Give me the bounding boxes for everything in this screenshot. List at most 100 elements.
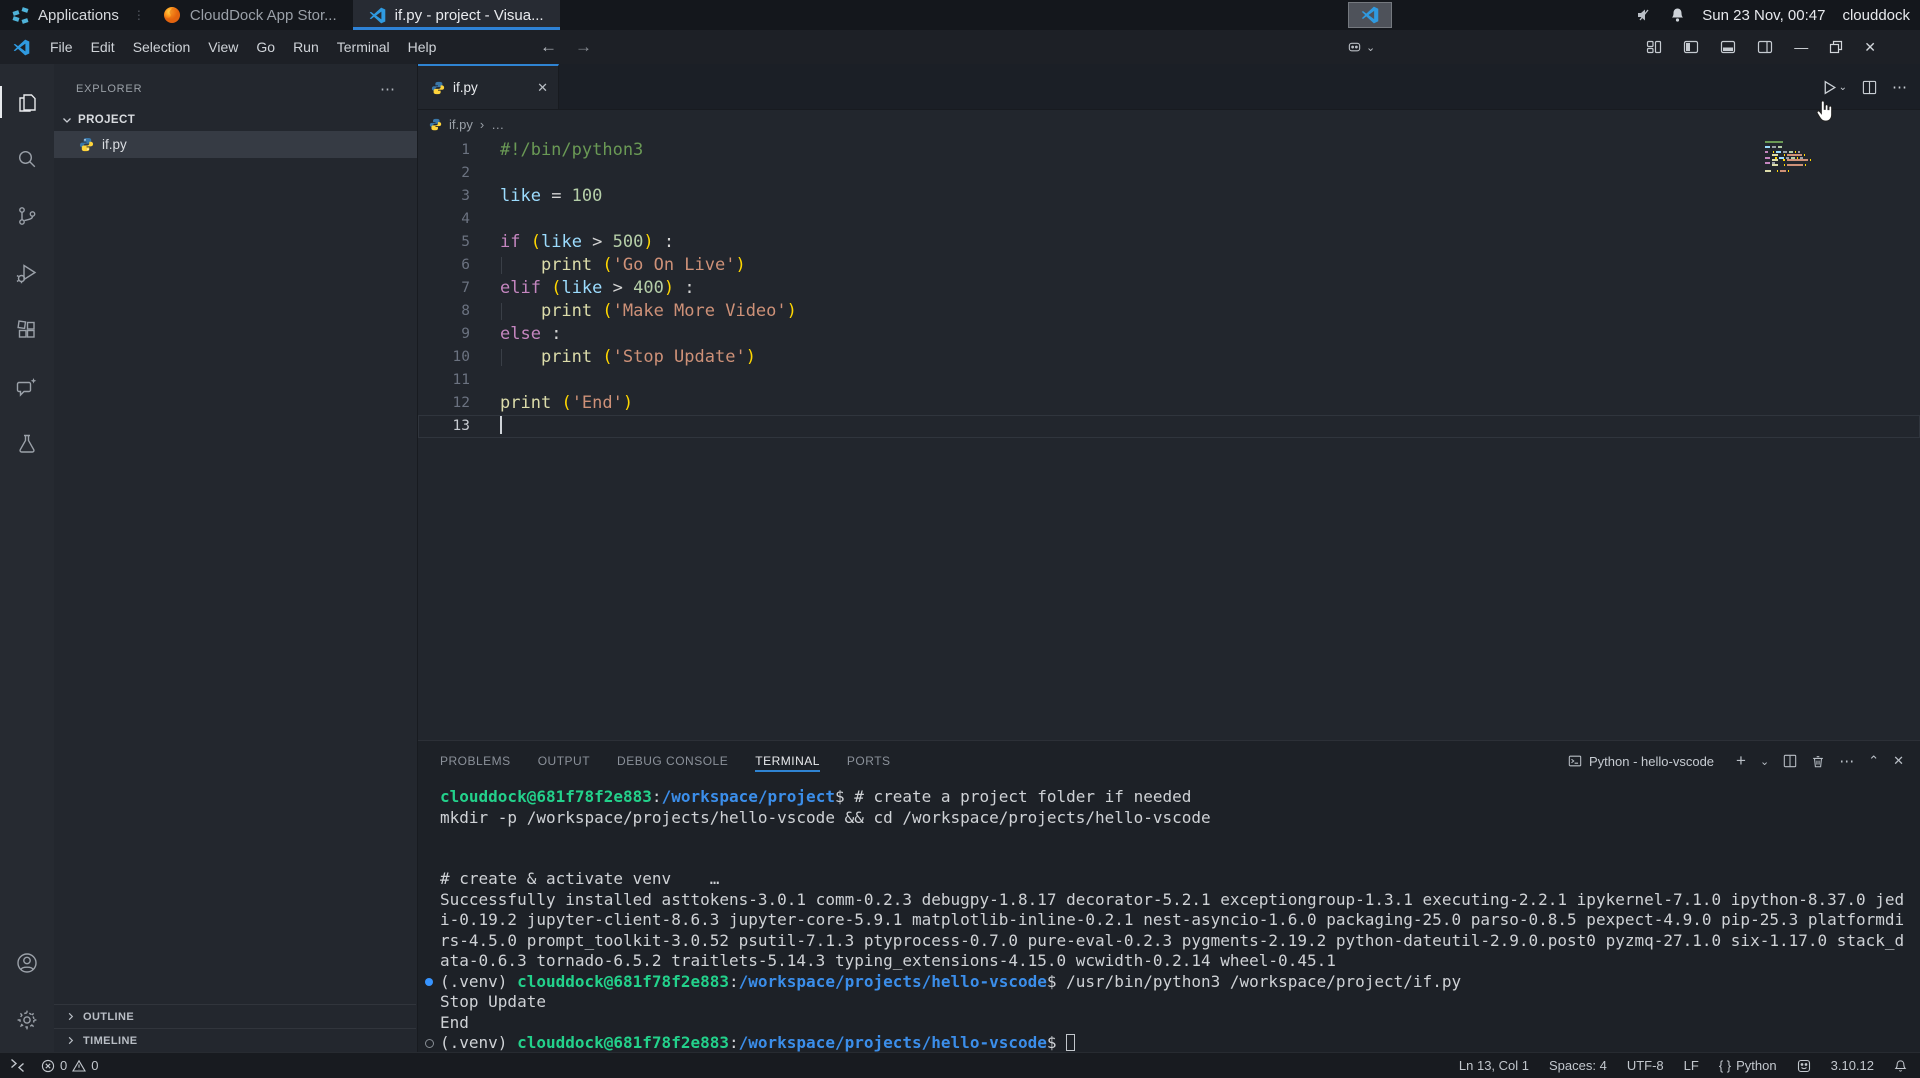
- panel-tab-problems[interactable]: PROBLEMS: [440, 741, 511, 781]
- panel-tab-output[interactable]: OUTPUT: [538, 741, 590, 781]
- panel-tab-debug-console[interactable]: DEBUG CONSOLE: [617, 741, 728, 781]
- tab-ifpy[interactable]: if.py ✕: [418, 64, 559, 109]
- activity-bar: [0, 64, 54, 1052]
- python-interpreter-version[interactable]: 3.10.12: [1831, 1058, 1874, 1073]
- restore-button[interactable]: [1829, 40, 1843, 54]
- menu-edit[interactable]: Edit: [82, 39, 124, 55]
- cursor-position[interactable]: Ln 13, Col 1: [1459, 1058, 1529, 1073]
- menu-file[interactable]: File: [41, 39, 82, 55]
- problems-summary[interactable]: 0 0: [41, 1058, 98, 1073]
- code-line[interactable]: 7elif (like > 400) :: [418, 277, 1920, 300]
- window-switcher-thumbnail[interactable]: [1348, 2, 1392, 28]
- toggle-secondary-sidebar-icon[interactable]: [1757, 39, 1773, 55]
- feedback-smiley-icon[interactable]: [1797, 1059, 1811, 1073]
- extensions-icon[interactable]: [0, 305, 54, 355]
- maximize-panel-icon[interactable]: ⌃: [1868, 753, 1879, 769]
- breadcrumb-separator: ›: [480, 117, 484, 132]
- menu-help[interactable]: Help: [399, 39, 446, 55]
- code-lines: 1#!/bin/python323like = 10045if (like > …: [418, 139, 1920, 438]
- code-line[interactable]: 1#!/bin/python3: [418, 139, 1920, 162]
- panel-more-actions-icon[interactable]: ⋯: [1839, 752, 1854, 770]
- code-line[interactable]: 3like = 100: [418, 185, 1920, 208]
- code-line[interactable]: 8 print ('Make More Video'): [418, 300, 1920, 323]
- minimize-button[interactable]: —: [1794, 39, 1808, 55]
- notification-bell-icon[interactable]: [1670, 7, 1685, 23]
- timeline-section[interactable]: TIMELINE: [54, 1028, 416, 1052]
- notifications-bell-icon[interactable]: [1894, 1059, 1907, 1073]
- terminal-output[interactable]: clouddock@681f78f2e883:/workspace/projec…: [440, 787, 1914, 1054]
- encoding[interactable]: UTF-8: [1627, 1058, 1664, 1073]
- taskbar-item-label: if.py - project - Visua...: [395, 7, 544, 24]
- project-section-header[interactable]: PROJECT: [54, 110, 417, 131]
- search-icon[interactable]: [0, 134, 54, 184]
- play-icon: [1821, 79, 1838, 96]
- run-python-file-button[interactable]: ⌄: [1821, 79, 1847, 96]
- code-line[interactable]: 9else :: [418, 323, 1920, 346]
- chat-icon[interactable]: [0, 362, 54, 412]
- close-panel-icon[interactable]: ✕: [1893, 753, 1904, 769]
- taskbar-item-clouddock[interactable]: CloudDock App Stor...: [147, 0, 353, 30]
- toggle-panel-icon[interactable]: [1720, 39, 1736, 55]
- code-line[interactable]: 10 print ('Stop Update'): [418, 346, 1920, 369]
- terminal-line: clouddock@681f78f2e883:/workspace/projec…: [440, 787, 1914, 808]
- code-line[interactable]: 5if (like > 500) :: [418, 231, 1920, 254]
- split-terminal-icon[interactable]: [1783, 754, 1797, 768]
- testing-beaker-icon[interactable]: [0, 419, 54, 469]
- terminal-instance[interactable]: Python - hello-vscode: [1568, 754, 1714, 769]
- eol-sequence[interactable]: LF: [1684, 1058, 1699, 1073]
- breadcrumb-symbol[interactable]: …: [491, 117, 504, 132]
- run-dropdown-chevron-icon[interactable]: ⌄: [1839, 82, 1847, 93]
- error-count: 0: [60, 1058, 67, 1073]
- account-icon[interactable]: [0, 938, 54, 988]
- back-arrow-icon[interactable]: ←: [540, 37, 557, 57]
- volume-muted-icon[interactable]: [1636, 7, 1653, 23]
- menu-go[interactable]: Go: [247, 39, 284, 55]
- code-line[interactable]: 11: [418, 369, 1920, 392]
- applications-menu[interactable]: Applications: [0, 0, 131, 30]
- run-debug-icon[interactable]: [0, 248, 54, 298]
- explorer-actions-icon[interactable]: ⋯: [380, 80, 395, 98]
- editor-area: if.py ✕ ⌄ ⋯ if.py › … 1#!/bin/python323l…: [418, 64, 1920, 740]
- command-decoration-dot[interactable]: [425, 978, 433, 986]
- indentation[interactable]: Spaces: 4: [1549, 1058, 1607, 1073]
- clock[interactable]: Sun 23 Nov, 00:47: [1702, 7, 1825, 24]
- code-line[interactable]: 2: [418, 162, 1920, 185]
- source-control-icon[interactable]: [0, 191, 54, 241]
- split-editor-icon[interactable]: [1862, 80, 1877, 95]
- menu-view[interactable]: View: [199, 39, 247, 55]
- code-line[interactable]: 6 print ('Go On Live'): [418, 254, 1920, 277]
- code-line[interactable]: 13: [418, 415, 1920, 438]
- command-decoration-hollow[interactable]: [425, 1039, 434, 1048]
- kill-terminal-trash-icon[interactable]: [1811, 754, 1825, 769]
- system-taskbar: Applications ⋮ CloudDock App Stor... if.…: [0, 0, 1920, 30]
- settings-gear-icon[interactable]: [0, 995, 54, 1045]
- taskbar-item-vscode[interactable]: if.py - project - Visua...: [353, 0, 560, 30]
- panel-tab-terminal[interactable]: TERMINAL: [755, 741, 820, 781]
- tab-close-icon[interactable]: ✕: [537, 80, 548, 96]
- new-terminal-icon[interactable]: +: [1736, 751, 1746, 771]
- line-number: 8: [418, 300, 470, 323]
- close-window-button[interactable]: ✕: [1864, 39, 1876, 56]
- outline-section[interactable]: OUTLINE: [54, 1004, 416, 1028]
- forward-arrow-icon[interactable]: →: [575, 37, 592, 57]
- breadcrumb-file[interactable]: if.py: [449, 117, 473, 132]
- file-item-ifpy[interactable]: if.py: [54, 131, 417, 158]
- breadcrumb[interactable]: if.py › …: [418, 110, 1920, 139]
- code-line[interactable]: 12print ('End'): [418, 392, 1920, 415]
- explorer-icon[interactable]: [0, 77, 54, 127]
- terminal-dropdown-icon[interactable]: ⌄: [1760, 755, 1769, 768]
- code-line[interactable]: 4: [418, 208, 1920, 231]
- menu-selection[interactable]: Selection: [124, 39, 200, 55]
- menu-terminal[interactable]: Terminal: [328, 39, 399, 55]
- editor-more-actions-icon[interactable]: ⋯: [1892, 78, 1907, 96]
- remote-indicator-icon[interactable]: [9, 1058, 26, 1073]
- customize-layout-icon[interactable]: [1646, 39, 1662, 55]
- language-mode[interactable]: { } Python: [1719, 1058, 1777, 1073]
- terminal-line: (.venv) clouddock@681f78f2e883:/workspac…: [440, 972, 1914, 993]
- menu-run[interactable]: Run: [284, 39, 328, 55]
- user-menu[interactable]: clouddock: [1842, 7, 1910, 24]
- panel-tab-ports[interactable]: PORTS: [847, 741, 891, 781]
- copilot-menu[interactable]: ⌄: [1347, 30, 1375, 64]
- toggle-primary-sidebar-icon[interactable]: [1683, 39, 1699, 55]
- minimap[interactable]: [1765, 141, 1813, 175]
